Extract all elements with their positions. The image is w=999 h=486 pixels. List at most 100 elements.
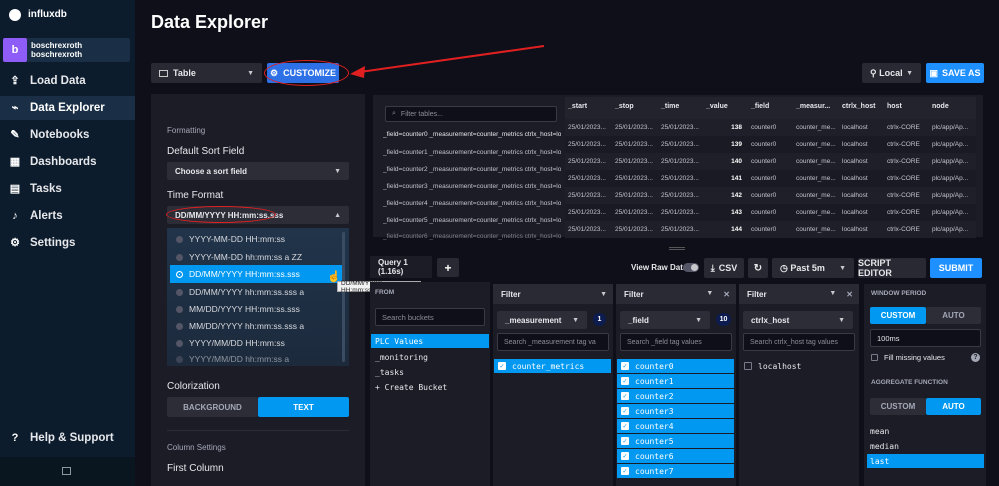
time-option[interactable]: DD/MM/YYYY hh:mm:ss.sss a [170,283,345,301]
time-option[interactable]: YYYY-MM-DD hh:mm:ss a ZZ [170,248,345,266]
time-option-selected[interactable]: DD/MM/YYYY HH:mm:ss.sss [170,265,345,283]
close-icon[interactable]: ✕ [846,290,853,299]
bucket-item[interactable]: _tasks [371,365,489,379]
menu-scrollbar[interactable] [342,232,345,362]
filter-search-input[interactable]: Search _field tag values [620,333,732,351]
col-header[interactable]: node [932,103,949,110]
help-support[interactable]: ? Help & Support [0,426,135,450]
bucket-search-input[interactable]: Search buckets [375,308,485,326]
time-option[interactable]: MM/DD/YYYY hh:mm:ss.sss a [170,317,345,335]
chevron-down-icon: ▼ [247,69,254,77]
filter-key-dropdown[interactable]: _field ▼ [620,311,710,329]
close-icon[interactable]: ✕ [723,290,730,299]
bucket-item[interactable]: _monitoring [371,350,489,364]
sidebar-item-tasks[interactable]: ▤ Tasks [0,177,135,201]
table-cell: 138 [731,124,742,131]
query-tab[interactable]: Query 1 (1.16s) [370,256,432,278]
filter-header[interactable]: Filter ▼ [493,284,613,304]
csv-button[interactable]: ⤓ CSV [704,258,744,278]
filter-count-badge: 1 [593,313,606,326]
annotation-ellipse [264,60,349,86]
text-toggle[interactable]: TEXT [258,397,349,417]
filter-tables-input[interactable]: ⌕ Filter tables... [385,106,557,122]
viz-type-dropdown[interactable]: Table ▼ [151,63,262,83]
submit-button[interactable]: SUBMIT [930,258,982,278]
table-list-item[interactable]: _field=counter5 _measurement=counter_met… [383,217,561,224]
col-header[interactable]: _start [568,103,587,110]
save-as-button[interactable]: ▣ SAVE AS [926,63,984,83]
filter-key-dropdown[interactable]: ctrlx_host ▼ [743,311,853,329]
table-list-item[interactable]: _field=counter0 _measurement=counter_met… [383,131,561,138]
view-raw-toggle[interactable] [683,263,699,272]
auto-toggle[interactable]: AUTO [926,307,981,324]
table-list-item[interactable]: _field=counter3 _measurement=counter_met… [383,183,561,190]
table-cell: counter0 [751,226,777,233]
window-period-input[interactable]: 100ms [870,329,981,347]
fill-missing-checkbox[interactable]: Fill missing values [871,353,945,362]
filter-item[interactable]: ✓ counter5 [617,434,734,448]
table-list-item[interactable]: _field=counter6 _measurement=counter_met… [383,233,561,240]
table-cell: 25/01/2023... [661,124,699,131]
resize-handle[interactable] [669,247,685,250]
table-cell: localhost [842,124,868,131]
aggregate-fn-item-selected[interactable]: last [867,454,984,468]
org-switcher[interactable]: b boschrexroth boschrexroth [3,38,130,62]
filter-header[interactable]: Filter ▼ ✕ [616,284,736,304]
filter-item[interactable]: ✓ counter_metrics [494,359,611,373]
table-cell: plc/app/Ap... [932,192,969,199]
filter-item[interactable]: ✓ counter2 [617,389,734,403]
filter-header[interactable]: Filter ▼ ✕ [739,284,859,304]
aggregate-auto-toggle[interactable]: AUTO [926,398,981,415]
help-icon[interactable]: ? [971,353,980,362]
filter-item[interactable]: localhost [740,359,857,373]
filter-key-dropdown[interactable]: _measurement ▼ [497,311,587,329]
sort-field-dropdown[interactable]: Choose a sort field ▼ [167,162,349,180]
col-header[interactable]: ctrlx_host [842,103,875,110]
refresh-button[interactable]: ↻ [748,258,768,278]
filter-item[interactable]: ✓ counter6 [617,449,734,463]
table-list-item[interactable]: _field=counter2 _measurement=counter_met… [383,166,561,173]
time-option[interactable]: YYYY/MM/DD hh:mm:ss a [170,350,345,368]
filter-item[interactable]: ✓ counter4 [617,419,734,433]
sidebar-item-notebooks[interactable]: ✎ Notebooks [0,123,135,147]
filter-item[interactable]: ✓ counter1 [617,374,734,388]
aggregate-fn-item[interactable]: median [867,439,984,453]
background-toggle[interactable]: BACKGROUND [167,397,258,417]
col-header[interactable]: _stop [615,103,634,110]
script-editor-button[interactable]: SCRIPT EDITOR [858,258,926,278]
filter-item[interactable]: ✓ counter0 [617,359,734,373]
page-title: Data Explorer [151,12,269,32]
sidebar-item-load-data[interactable]: ⇪ Load Data [0,69,135,93]
filter-item[interactable]: ✓ counter7 [617,464,734,478]
aggregate-fn-item[interactable]: mean [867,424,984,438]
col-header[interactable]: _field [751,103,769,110]
col-header[interactable]: host [887,103,902,110]
table-cell: ctrlx-CORE [887,226,920,233]
custom-toggle[interactable]: CUSTOM [870,307,926,324]
col-header[interactable]: _measur... [796,103,830,110]
help-icon: ? [11,432,19,444]
time-option[interactable]: YYYY-MM-DD HH:mm:ss [170,230,345,248]
timezone-dropdown[interactable]: ⚲ Local ▼ [862,63,921,83]
table-list-item[interactable]: _field=counter4 _measurement=counter_met… [383,200,561,207]
time-option[interactable]: MM/DD/YYYY HH:mm:ss.sss [170,300,345,318]
col-header[interactable]: _value [706,103,728,110]
sidebar-item-dashboards[interactable]: ▦ Dashboards [0,150,135,174]
org-user: boschrexroth [31,50,83,59]
time-range-dropdown[interactable]: ◷ Past 5m ▼ [772,258,854,278]
chevron-down-icon: ▼ [838,316,845,324]
add-query-button[interactable]: + [437,258,459,277]
table-cell: counter0 [751,158,777,165]
create-bucket-link[interactable]: + Create Bucket [371,380,489,394]
sidebar-item-alerts[interactable]: ♪ Alerts [0,204,135,228]
sidebar-item-settings[interactable]: ⚙ Settings [0,231,135,255]
collapse-bar[interactable] [0,457,135,486]
bucket-item-selected[interactable]: PLC Values [371,334,489,348]
filter-search-input[interactable]: Search ctrlx_host tag values [743,333,855,351]
sidebar-item-data-explorer[interactable]: ⌁ Data Explorer [0,96,135,120]
filter-search-input[interactable]: Search _measurement tag va [497,333,609,351]
aggregate-custom-toggle[interactable]: CUSTOM [870,398,926,415]
table-list-item[interactable]: _field=counter1 _measurement=counter_met… [383,149,561,156]
col-header[interactable]: _time [661,103,679,110]
filter-item[interactable]: ✓ counter3 [617,404,734,418]
